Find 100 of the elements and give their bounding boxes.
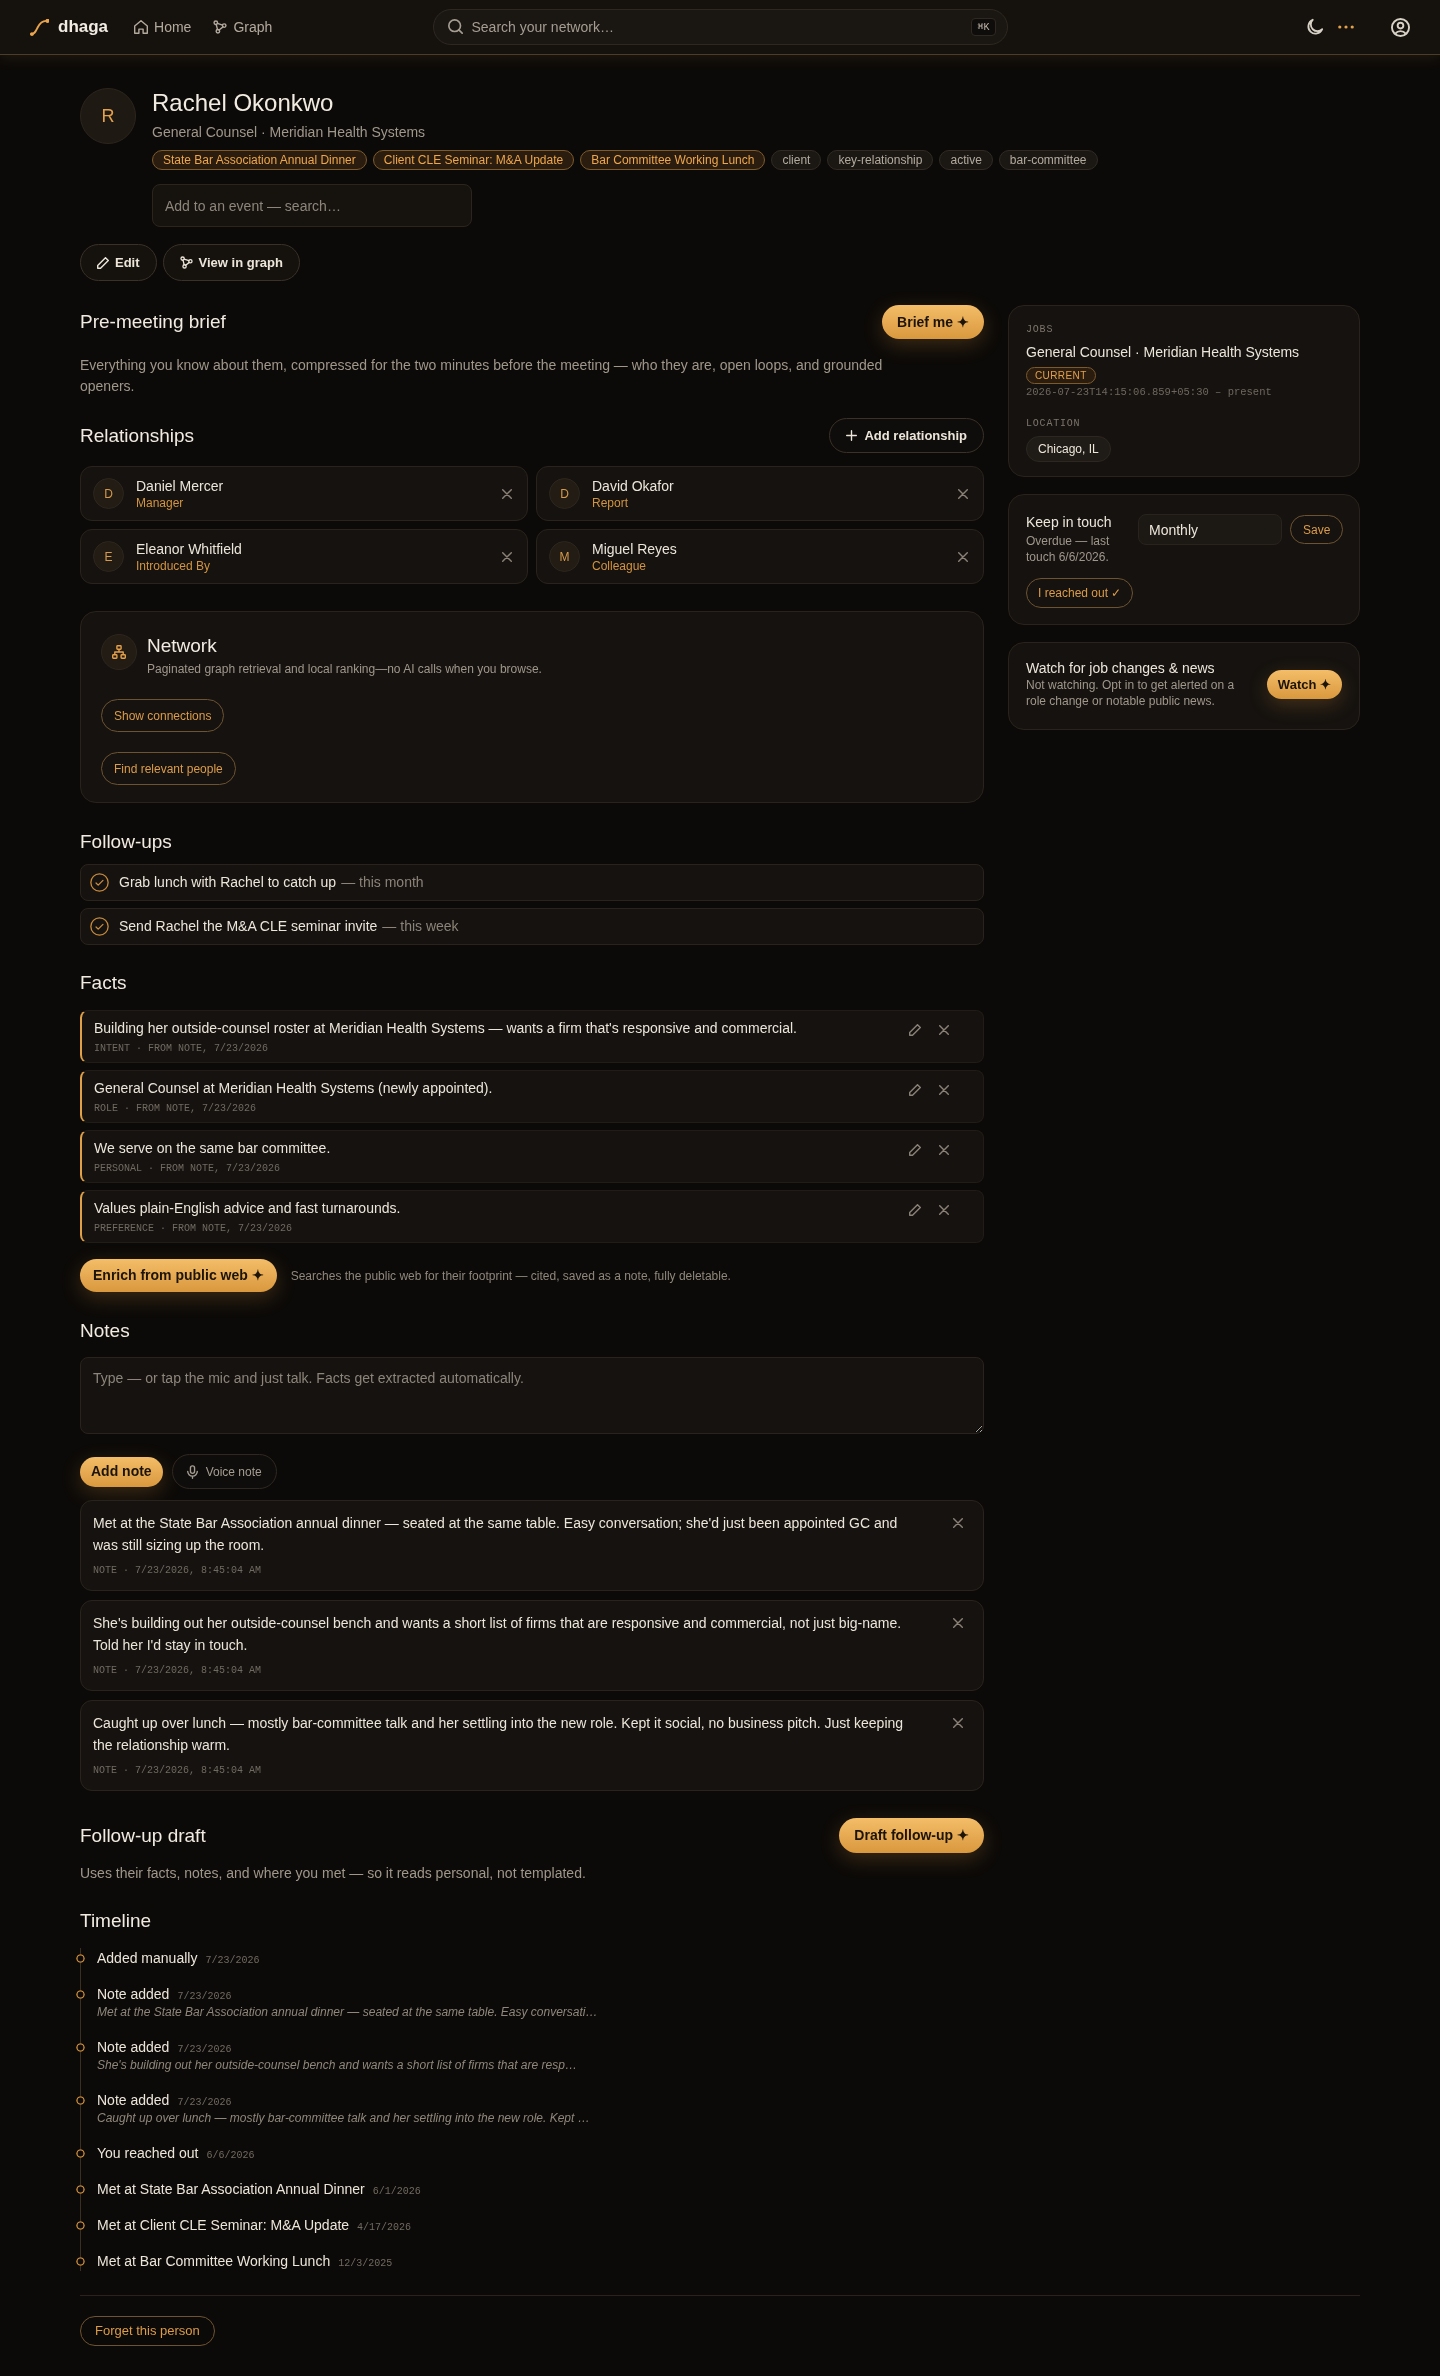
relationship-card[interactable]: D David Okafor Report — [536, 466, 984, 521]
watch-button[interactable]: Watch ✦ — [1266, 670, 1342, 699]
check-circle-icon[interactable] — [90, 873, 109, 892]
person-title: General Counsel · Meridian Health Systems — [152, 123, 426, 142]
timeline-date: 7/23/2026 — [205, 1954, 260, 1968]
tag[interactable]: bar-committee — [998, 150, 1098, 170]
brief-button[interactable]: Brief me ✦ — [882, 305, 984, 339]
timeline-excerpt: Met at the State Bar Association annual dinner — seated at the same table. Easy conversati… — [97, 2004, 598, 2021]
close-icon[interactable] — [958, 551, 968, 562]
timeline-dot-icon — [76, 2043, 85, 2052]
followup-text: Grab lunch with Rachel to catch up — [119, 873, 337, 892]
close-icon[interactable] — [939, 1145, 949, 1155]
voice-note-button[interactable]: Voice note — [171, 1454, 277, 1489]
more-icon[interactable] — [1338, 25, 1354, 29]
fact-text: Values plain-English advice and fast turnarounds. — [94, 1199, 401, 1218]
section-heading: Notes — [80, 1319, 130, 1343]
fact-text: General Counsel at Meridian Health Systems (newly appointed). — [94, 1079, 493, 1098]
pencil-icon[interactable] — [909, 1024, 921, 1036]
close-icon[interactable] — [502, 488, 512, 499]
close-icon[interactable] — [958, 488, 968, 499]
event-tag[interactable]: State Bar Association Annual Dinner — [152, 150, 367, 170]
brand-link[interactable]: dhaga — [30, 14, 109, 40]
timeline-dot-icon — [76, 2257, 85, 2266]
action-button[interactable]: View in graph — [162, 244, 300, 281]
section-heading: Follow-up draft — [80, 1823, 206, 1848]
pencil-icon[interactable] — [909, 1204, 921, 1216]
tag[interactable]: key-relationship — [827, 150, 934, 170]
pencil-icon[interactable] — [909, 1144, 921, 1156]
fact-text: We serve on the same bar committee. — [94, 1139, 331, 1158]
note-meta: NOTE · 7/23/2026, 8:45:04 AM — [93, 1564, 262, 1578]
microphone-icon — [186, 1464, 198, 1479]
section-heading: Timeline — [80, 1909, 152, 1933]
nodes-icon — [213, 20, 228, 34]
touch-status: Overdue — last touch 6/6/2026. — [1026, 533, 1111, 565]
enrich-button[interactable]: Enrich from public web ✦ — [80, 1259, 277, 1292]
timeline-title: Added manually — [97, 1949, 198, 1968]
fact-meta: PERSONAL · FROM NOTE, 7/23/2026 — [94, 1162, 281, 1176]
avatar: D — [93, 478, 124, 509]
card-title: Network — [147, 634, 217, 658]
close-icon[interactable] — [502, 551, 512, 562]
timeline-date: 4/17/2026 — [357, 2221, 412, 2235]
relationship-card[interactable]: E Eleanor Whitfield Introduced By — [80, 529, 528, 584]
followup-due: — this week — [382, 917, 459, 936]
note-meta: NOTE · 7/23/2026, 8:45:04 AM — [93, 1664, 262, 1678]
nav-link[interactable]: Graph — [213, 16, 273, 38]
event-tag[interactable]: Bar Committee Working Lunch — [580, 150, 766, 170]
close-icon[interactable] — [939, 1025, 949, 1035]
timeline-dot-icon — [76, 2185, 85, 2194]
enrich-note: Searches the public web for their footprint — cited, saved as a note, fully deletable. — [290, 1267, 731, 1285]
relationship-card[interactable]: M Miguel Reyes Colleague — [536, 529, 984, 584]
close-icon[interactable] — [939, 1085, 949, 1095]
tag[interactable]: client — [771, 150, 822, 170]
close-icon[interactable] — [953, 1518, 963, 1528]
tag[interactable]: active — [939, 150, 993, 170]
add-note-button[interactable]: Add note — [80, 1456, 163, 1487]
close-icon[interactable] — [953, 1718, 963, 1728]
relationship-role: Manager — [136, 494, 184, 511]
user-icon[interactable] — [1391, 17, 1410, 37]
timeline-date: 12/3/2025 — [338, 2257, 393, 2271]
avatar: M — [549, 541, 580, 572]
add-relationship-button[interactable]: Add relationship — [829, 418, 984, 453]
job-title: General Counsel · Meridian Health Systems — [1026, 343, 1300, 362]
relationship-role: Report — [592, 494, 629, 511]
close-icon[interactable] — [953, 1618, 963, 1628]
draft-button[interactable]: Draft follow-up ✦ — [839, 1818, 984, 1853]
pencil-icon[interactable] — [909, 1084, 921, 1096]
card-label: JOBS — [1026, 324, 1054, 336]
timeline-title: Met at Bar Committee Working Lunch — [97, 2252, 331, 2271]
frequency-field[interactable]: Monthly — [1138, 514, 1282, 545]
event-search-field[interactable]: Add to an event — search… — [152, 184, 472, 227]
timeline-date: 7/23/2026 — [177, 2043, 232, 2057]
moon-icon[interactable] — [1306, 18, 1324, 36]
fact-meta: INTENT · FROM NOTE, 7/23/2026 — [94, 1042, 269, 1056]
timeline-title: You reached out — [97, 2144, 199, 2163]
relationship-card[interactable]: D Daniel Mercer Manager — [80, 466, 528, 521]
relationship-name: Eleanor Whitfield — [136, 539, 242, 558]
nodes-icon — [179, 256, 193, 269]
timeline-excerpt: Caught up over lunch — mostly bar-committee talk and her settling into the new role. Kept … — [97, 2110, 590, 2127]
section-heading: Pre-meeting brief — [80, 310, 226, 334]
network-icon — [101, 634, 137, 670]
timeline-title: Note added — [97, 2038, 170, 2057]
timeline-title: Note added — [97, 2091, 170, 2110]
person-name: Rachel Okonkwo — [152, 88, 334, 118]
check-circle-icon[interactable] — [90, 917, 109, 936]
avatar: D — [549, 478, 580, 509]
timeline-dot-icon — [76, 2149, 85, 2158]
pencil-icon — [97, 256, 109, 269]
current-badge: CURRENT — [1026, 367, 1096, 384]
timeline-title: Met at State Bar Association Annual Dinner — [97, 2180, 365, 2199]
event-tag[interactable]: Client CLE Seminar: M&A Update — [372, 150, 575, 170]
relationship-name: David Okafor — [592, 476, 674, 495]
note-input-field[interactable]: Type — or tap the mic and just talk. Facts get extracted automatically. — [80, 1357, 984, 1434]
close-icon[interactable] — [939, 1205, 949, 1215]
home-icon — [134, 20, 149, 34]
nav-link[interactable]: Home — [134, 16, 192, 38]
action-button[interactable]: Edit — [80, 244, 157, 281]
timeline-title: Met at Client CLE Seminar: M&A Update — [97, 2216, 350, 2235]
card-title: Watch for job changes & news — [1026, 660, 1215, 676]
followup-text: Send Rachel the M&A CLE seminar invite — [119, 917, 378, 936]
plus-icon — [846, 430, 858, 441]
